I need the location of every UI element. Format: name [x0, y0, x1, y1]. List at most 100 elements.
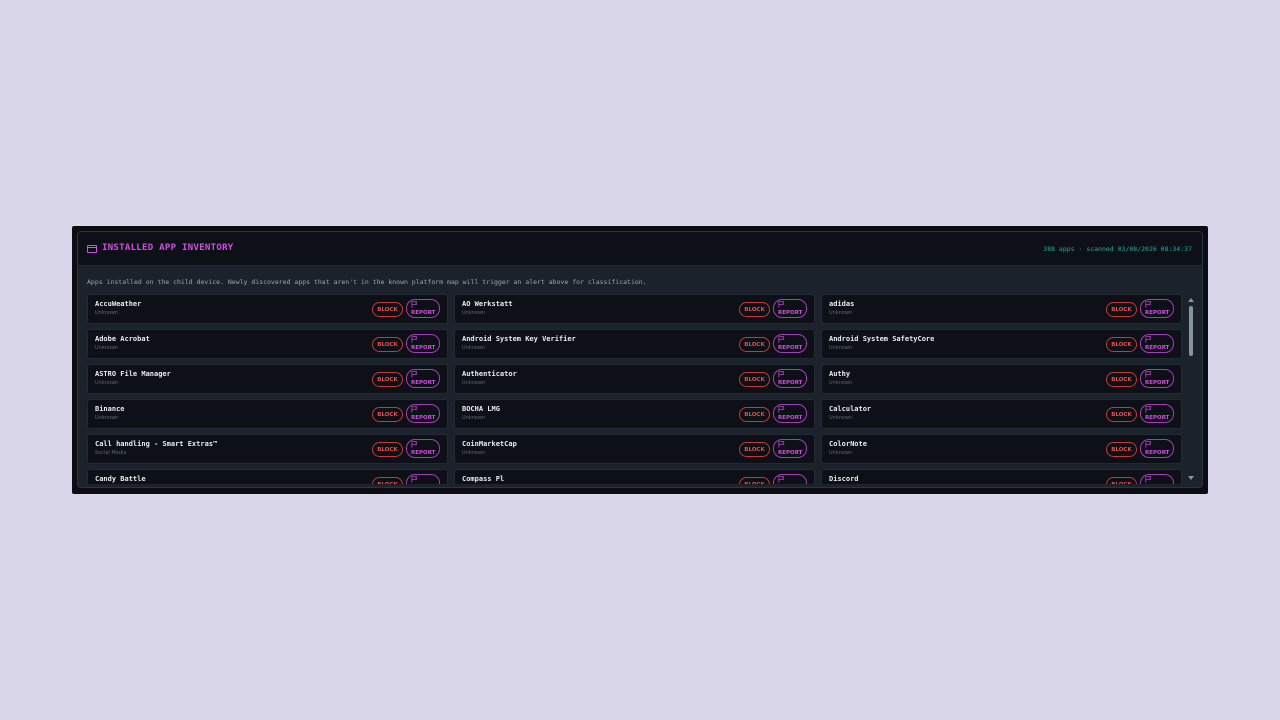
- window-icon: [87, 245, 97, 253]
- app-card[interactable]: Discord BLOCKREPORT: [821, 469, 1182, 484]
- app-category: Unknown: [95, 345, 119, 351]
- report-label: REPORT: [1145, 310, 1170, 316]
- block-button[interactable]: BLOCK: [1106, 337, 1137, 352]
- app-card[interactable]: Authenticator Unknown BLOCK REPORT: [454, 364, 815, 394]
- app-card[interactable]: Calculator Unknown BLOCK REPORT: [821, 399, 1182, 429]
- report-button[interactable]: REPORT: [1140, 299, 1174, 318]
- app-card[interactable]: Android System SafetyCore Unknown BLOCK REP…: [821, 329, 1182, 359]
- report-button[interactable]: REPORT: [406, 369, 440, 388]
- block-button[interactable]: BLOCK: [372, 302, 403, 317]
- app-category: Unknown: [462, 380, 486, 386]
- report-label: REPORT: [778, 310, 803, 316]
- scrollbar[interactable]: [1187, 296, 1195, 482]
- flag-icon: [1145, 371, 1152, 378]
- report-button[interactable]: REPORT: [773, 439, 807, 458]
- app-card[interactable]: AccuWeather Unknown BLOCK REPORT: [87, 294, 448, 324]
- report-label: REPORT: [1145, 380, 1170, 386]
- report-label: REPORT: [411, 310, 436, 316]
- flag-icon: [411, 441, 418, 448]
- app-name: Authy: [829, 370, 851, 378]
- block-button[interactable]: BLOCK: [1106, 302, 1137, 317]
- scroll-down-icon[interactable]: [1188, 476, 1194, 480]
- block-button[interactable]: BLOCK: [739, 337, 770, 352]
- flag-icon: [1145, 301, 1152, 308]
- app-name: Call handling - Smart Extras™: [95, 440, 218, 448]
- app-name: Authenticator: [462, 370, 517, 378]
- app-card[interactable]: Binance Unknown BLOCK REPORT: [87, 399, 448, 429]
- block-button[interactable]: BLOCK: [372, 442, 403, 457]
- block-button[interactable]: BLOCK: [739, 372, 770, 387]
- flag-icon: [778, 406, 785, 413]
- app-card[interactable]: Compass Pl BLOCKREPORT: [454, 469, 815, 484]
- flag-icon: [411, 336, 418, 343]
- app-list-viewport[interactable]: AccuWeather Unknown BLOCK REPORT AO Werkstat…: [87, 294, 1183, 484]
- app-card[interactable]: adidas Unknown BLOCK REPORT: [821, 294, 1182, 324]
- flag-icon: [1145, 476, 1152, 483]
- app-grid: AccuWeather Unknown BLOCK REPORT AO Werkstat…: [87, 294, 1183, 484]
- flag-icon: [778, 336, 785, 343]
- flag-icon: [1145, 441, 1152, 448]
- app-name: Discord: [829, 475, 859, 483]
- app-category: Unknown: [829, 345, 853, 351]
- block-button[interactable]: BLOCK: [372, 372, 403, 387]
- app-card[interactable]: BOCHA LMG Unknown BLOCK REPORT: [454, 399, 815, 429]
- report-button[interactable]: REPORT: [773, 334, 807, 353]
- block-button[interactable]: BLOCK: [739, 477, 770, 484]
- app-card[interactable]: Authy Unknown BLOCK REPORT: [821, 364, 1182, 394]
- app-name: BOCHA LMG: [462, 405, 500, 413]
- report-button[interactable]: REPORT: [406, 474, 440, 484]
- block-button[interactable]: BLOCK: [739, 407, 770, 422]
- block-button[interactable]: BLOCK: [1106, 407, 1137, 422]
- app-name: AO Werkstatt: [462, 300, 513, 308]
- block-button[interactable]: BLOCK: [739, 302, 770, 317]
- report-button[interactable]: REPORT: [773, 369, 807, 388]
- app-category: Unknown: [829, 415, 853, 421]
- app-frame: INSTALLED APP INVENTORY 388 apps · scann…: [72, 226, 1208, 494]
- report-button[interactable]: REPORT: [406, 334, 440, 353]
- app-card[interactable]: Adobe Acrobat Unknown BLOCK REPORT: [87, 329, 448, 359]
- report-button[interactable]: REPORT: [406, 404, 440, 423]
- report-button[interactable]: REPORT: [1140, 334, 1174, 353]
- app-name: Android System Key Verifier: [462, 335, 576, 343]
- scroll-up-icon[interactable]: [1188, 298, 1194, 302]
- app-card[interactable]: AO Werkstatt Unknown BLOCK REPORT: [454, 294, 815, 324]
- block-button[interactable]: BLOCK: [372, 407, 403, 422]
- app-card[interactable]: Call handling - Smart Extras™ Social Medi…: [87, 434, 448, 464]
- block-button[interactable]: BLOCK: [739, 442, 770, 457]
- report-button[interactable]: REPORT: [773, 404, 807, 423]
- app-category: Unknown: [829, 310, 853, 316]
- app-category: Unknown: [829, 450, 853, 456]
- scroll-thumb[interactable]: [1189, 306, 1193, 356]
- panel-header: INSTALLED APP INVENTORY 388 apps · scann…: [78, 232, 1202, 266]
- report-label: REPORT: [778, 415, 803, 421]
- app-card[interactable]: Android System Key Verifier Unknown BLOCK R…: [454, 329, 815, 359]
- panel-description: Apps installed on the child device. Newl…: [87, 278, 647, 286]
- report-button[interactable]: REPORT: [406, 439, 440, 458]
- report-label: REPORT: [411, 345, 436, 351]
- app-category: Unknown: [95, 415, 119, 421]
- block-button[interactable]: BLOCK: [372, 337, 403, 352]
- report-button[interactable]: REPORT: [406, 299, 440, 318]
- app-card[interactable]: Candy Battle BLOCKREPORT: [87, 469, 448, 484]
- report-button[interactable]: REPORT: [1140, 369, 1174, 388]
- app-card[interactable]: ColorNote Unknown BLOCK REPORT: [821, 434, 1182, 464]
- report-button[interactable]: REPORT: [773, 299, 807, 318]
- report-label: REPORT: [411, 415, 436, 421]
- flag-icon: [778, 371, 785, 378]
- block-button[interactable]: BLOCK: [1106, 442, 1137, 457]
- report-button[interactable]: REPORT: [1140, 474, 1174, 484]
- report-button[interactable]: REPORT: [1140, 404, 1174, 423]
- app-name: Binance: [95, 405, 125, 413]
- flag-icon: [411, 476, 418, 483]
- app-name: Compass Pl: [462, 475, 505, 483]
- block-button[interactable]: BLOCK: [1106, 477, 1137, 484]
- report-button[interactable]: REPORT: [773, 474, 807, 484]
- block-button[interactable]: BLOCK: [372, 477, 403, 484]
- report-button[interactable]: REPORT: [1140, 439, 1174, 458]
- app-card[interactable]: CoinMarketCap Unknown BLOCK REPORT: [454, 434, 815, 464]
- flag-icon: [1145, 406, 1152, 413]
- report-label: REPORT: [778, 450, 803, 456]
- block-button[interactable]: BLOCK: [1106, 372, 1137, 387]
- app-category: Unknown: [95, 380, 119, 386]
- app-card[interactable]: ASTRO File Manager Unknown BLOCK REPORT: [87, 364, 448, 394]
